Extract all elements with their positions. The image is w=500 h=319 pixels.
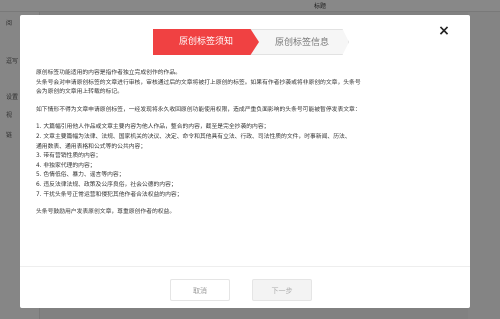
notice-content: 原创标签功能适用的内容是指作者独立完成创作的作品。 头条号会对申请原创标签的文章… (36, 69, 456, 218)
step-indicator: 原创标签须知 原创标签信息 (153, 29, 353, 55)
rule-item: 1. 大篇幅引用他人作品或文章主要内容为他人作品，整合的内容，截至是完全抄袭的内… (36, 124, 270, 131)
cancel-button[interactable]: 取消 (170, 279, 230, 301)
notice-paragraph: 原创标签功能适用的内容是指作者独立完成创作的作品。 (36, 70, 181, 76)
rule-item: 通用数表、通用表格和公式等的公共内容； (36, 143, 147, 150)
close-icon[interactable]: × (436, 23, 452, 39)
footer-divider (20, 266, 470, 267)
notice-paragraph: 头条号会对申请原创标签的文章进行审核，审核通过后的文章将被打上原创的标签。如果有… (36, 79, 361, 86)
notice-paragraph: 如下情形不得为文章申请原创标签，一经发现将永久收回原创功能使用权限，造成严重负面… (36, 106, 361, 113)
rule-item: 2. 文章主要篇幅为法律、法规、国家机关的决议、决定、命令和其他具有立法、行政、… (36, 133, 351, 140)
notice-paragraph: 头条号鼓励用户发表原创文章，尊重原创作者的权益。 (36, 209, 176, 216)
watermark-text: Baidu 经验 (400, 293, 451, 303)
watermark-url: jingyan.baidu.com (400, 303, 447, 309)
original-label-dialog: 原创标签须知 原创标签信息 × 原创标签功能适用的内容是指作者独立完成创作的作品… (20, 15, 470, 308)
rule-item: 6. 违反法律法规、政策及公序良俗，社会公德的内容； (36, 181, 177, 188)
notice-paragraph: 会为原创的文章用上转载的标记。 (36, 89, 123, 96)
rule-item: 4. 非独家代理的内容； (36, 162, 96, 169)
rule-item: 7. 干扰头条号正常运营和侵犯其他作者合法权益的内容； (36, 191, 183, 198)
next-step-button[interactable]: 下一步 (252, 279, 312, 301)
rule-item: 3. 带有营销性质的内容； (36, 153, 102, 160)
rule-item: 5. 色情低俗、暴力、谣言等内容； (36, 172, 125, 179)
baidu-watermark: Baidu 经验 jingyan.baidu.com (400, 290, 450, 309)
step-original-notice[interactable]: 原创标签须知 (153, 29, 259, 55)
